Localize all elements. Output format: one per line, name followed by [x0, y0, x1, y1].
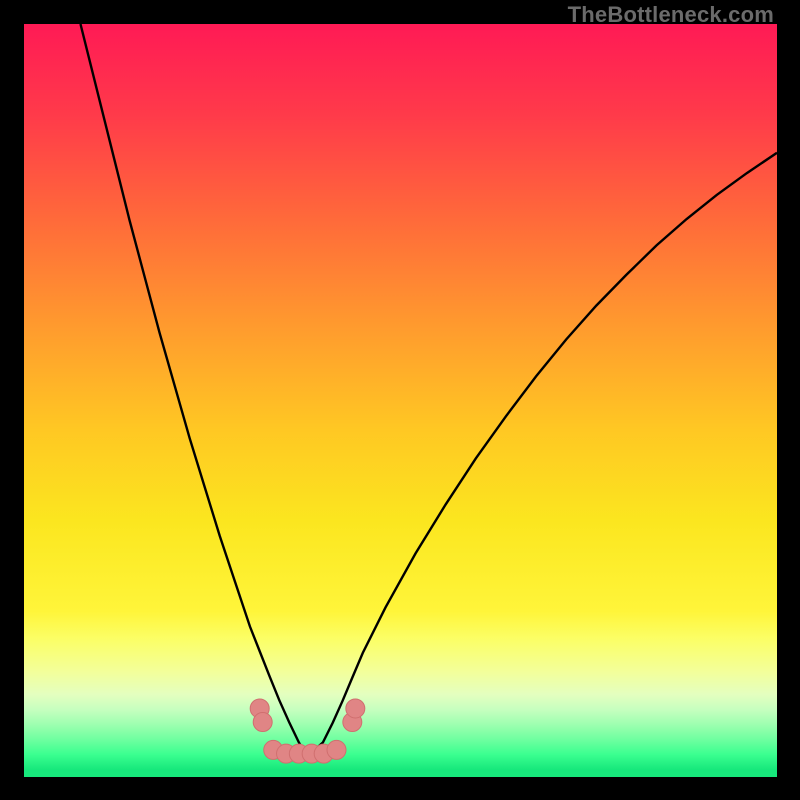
watermark-text: TheBottleneck.com	[568, 2, 774, 28]
curves-layer	[24, 24, 777, 777]
data-point-marker	[253, 713, 272, 732]
data-point-marker	[346, 699, 365, 718]
left-curve	[80, 24, 308, 754]
plot-area	[24, 24, 777, 777]
chart-frame: TheBottleneck.com	[0, 0, 800, 800]
right-curve	[309, 153, 777, 754]
data-point-marker	[327, 740, 346, 759]
